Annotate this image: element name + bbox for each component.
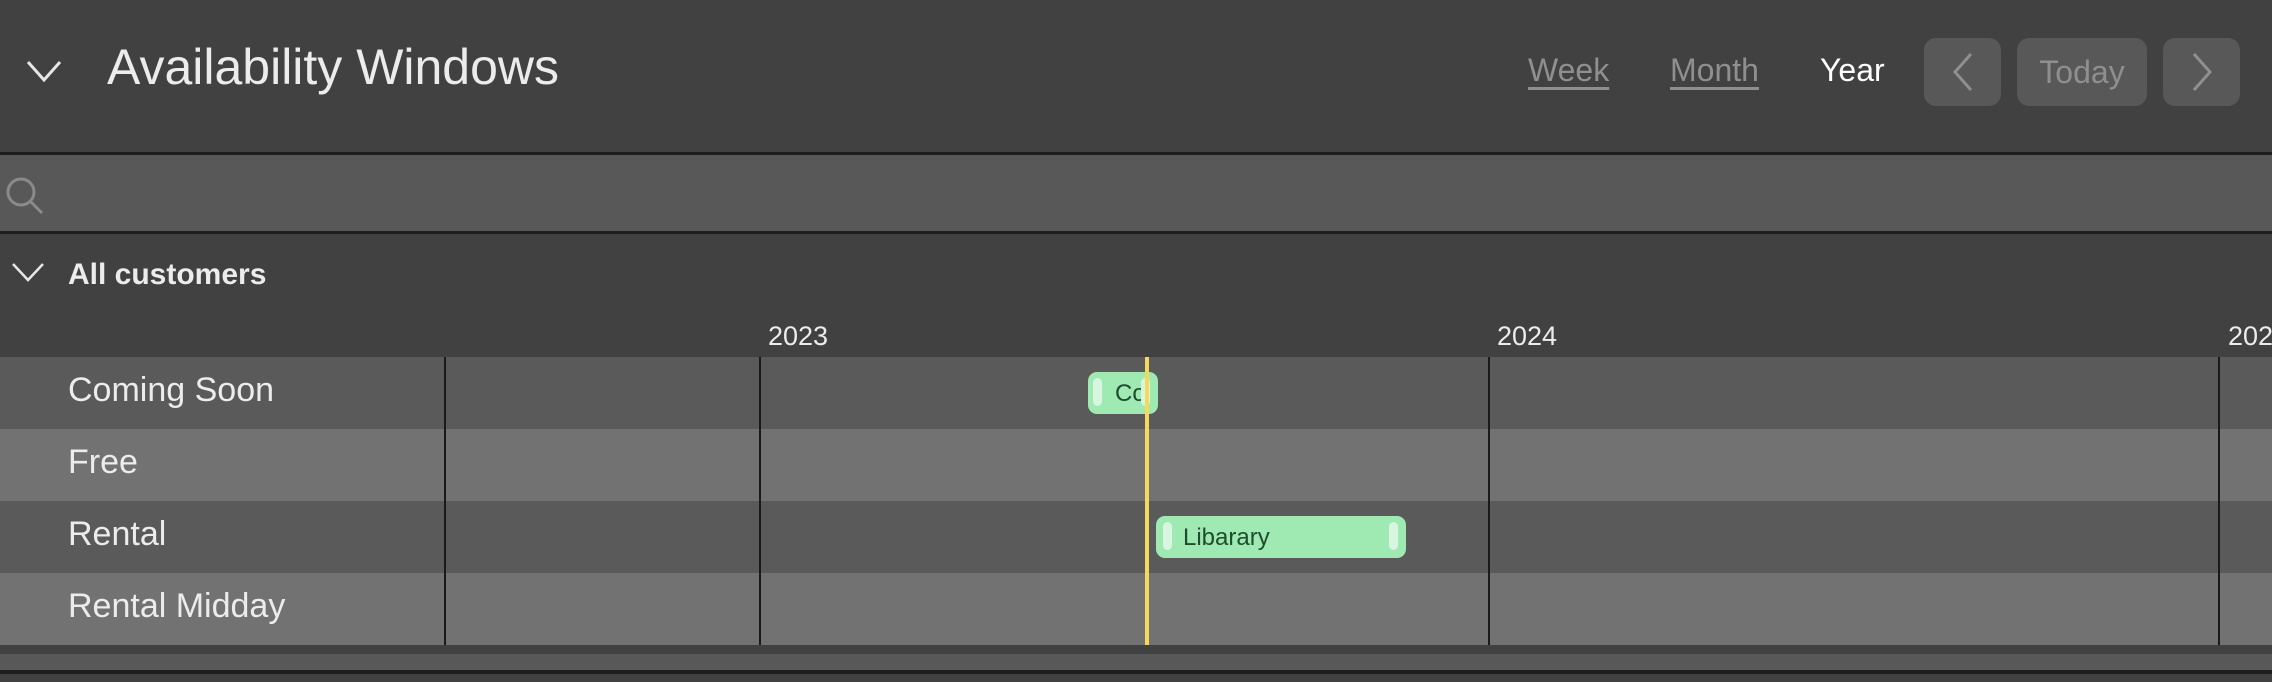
search-input[interactable] (52, 155, 2256, 233)
label-column-divider (444, 357, 446, 645)
year-gridline (759, 357, 761, 645)
timeline-row: Rental (0, 501, 2272, 573)
row-label: Rental Midday (68, 587, 286, 625)
view-week-link[interactable]: Week (1528, 52, 1609, 89)
year-label: 2024 (1497, 321, 1558, 351)
row-label: Coming Soon (68, 371, 275, 409)
view-year-link[interactable]: Year (1820, 52, 1885, 89)
view-month-link[interactable]: Month (1670, 52, 1759, 89)
group-title: All customers (68, 258, 267, 291)
row-label: Rental (68, 515, 167, 553)
resize-handle-start[interactable] (1163, 522, 1172, 550)
header: Availability Windows Week Month Year Tod… (0, 0, 2272, 155)
year-label: 2025 (2228, 321, 2272, 351)
timeline-row: Free (0, 429, 2272, 501)
resize-handle-start[interactable] (1093, 378, 1102, 406)
chevron-down-icon[interactable] (24, 56, 64, 86)
chevron-left-icon (1952, 53, 1972, 91)
timeline-row: Rental Midday (0, 573, 2272, 645)
page-title: Availability Windows (107, 39, 560, 95)
event-bar-libarary[interactable]: Libarary (1156, 516, 1406, 558)
search-bar (0, 155, 2272, 234)
chevron-down-icon[interactable] (10, 258, 46, 288)
today-button[interactable]: Today (2017, 38, 2147, 106)
year-gridline (2218, 357, 2220, 645)
search-icon (6, 177, 44, 215)
year-gridline (1488, 357, 1490, 645)
group-header: All customers 2023 2024 2025 (0, 234, 2272, 354)
next-button[interactable] (2163, 38, 2240, 106)
resize-handle-end[interactable] (1389, 522, 1398, 550)
year-label: 2023 (768, 321, 829, 351)
today-marker (1145, 357, 1149, 645)
footer-gap (0, 645, 2272, 654)
horizontal-scrollbar[interactable] (0, 654, 2272, 670)
divider (0, 670, 2272, 674)
row-label: Free (68, 443, 138, 481)
chevron-right-icon (2192, 53, 2212, 91)
previous-button[interactable] (1924, 38, 2001, 106)
event-label: Libarary (1183, 524, 1270, 551)
